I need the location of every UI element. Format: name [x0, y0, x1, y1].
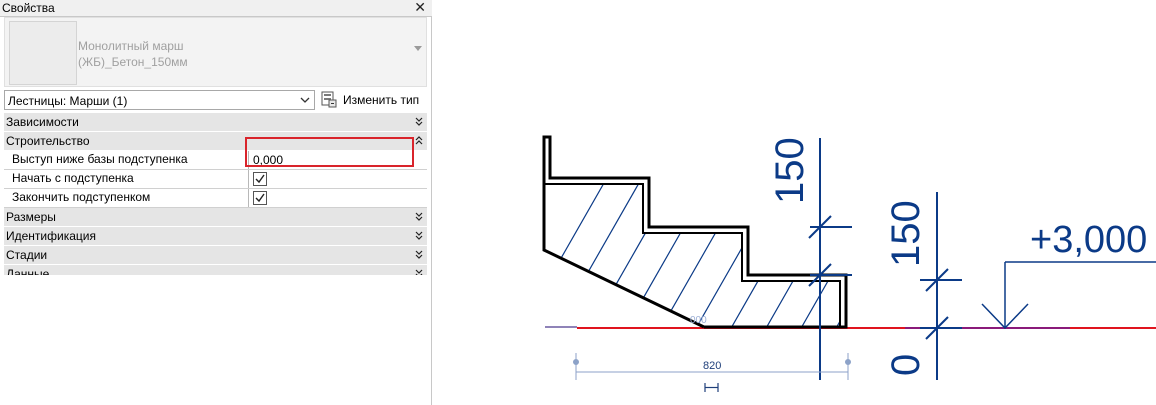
- type-name-line1: Монолитный марш: [78, 39, 184, 53]
- palette-empty-area: [4, 275, 427, 405]
- drawing-canvas: 150 150 0 +3,000 820 000: [542, 135, 1156, 392]
- end-with-riser-checkbox[interactable]: [253, 191, 267, 205]
- double-chevron-down-icon: [415, 212, 423, 221]
- category-label: Размеры: [6, 210, 56, 224]
- properties-grid: Зависимости Строительство Выступ ниже ба…: [4, 113, 427, 284]
- param-row-end-with-riser: Закончить подступенком: [4, 189, 427, 208]
- palette-titlebar: Свойства ✕: [0, 0, 432, 17]
- type-name: Монолитный марш (ЖБ)_Бетон_150мм: [78, 38, 188, 70]
- checkmark-icon: [255, 193, 265, 203]
- param-label: Начать с подступенка: [4, 170, 249, 188]
- double-chevron-up-icon: [415, 136, 423, 145]
- edit-type-button[interactable]: Изменить тип: [320, 90, 428, 110]
- param-value-cell: [249, 151, 424, 169]
- type-selector[interactable]: Монолитный марш (ЖБ)_Бетон_150мм: [4, 17, 427, 87]
- category-dimensions[interactable]: Размеры: [4, 208, 427, 227]
- edit-type-icon: [321, 91, 337, 108]
- type-dropdown-arrow-icon[interactable]: [414, 46, 422, 51]
- chevron-down-icon: [300, 97, 310, 103]
- category-identity[interactable]: Идентификация: [4, 227, 427, 246]
- stair-inner-outline: [544, 183, 841, 327]
- param-value-cell: [249, 170, 424, 188]
- type-name-line2: (ЖБ)_Бетон_150мм: [78, 55, 188, 69]
- category-label: Идентификация: [6, 229, 96, 243]
- edit-type-label: Изменить тип: [343, 93, 420, 107]
- category-phasing[interactable]: Стадии: [4, 246, 427, 265]
- elevation-marker: [981, 261, 1156, 330]
- dim-text-zero: 0: [884, 354, 928, 376]
- double-chevron-down-icon: [415, 250, 423, 259]
- category-label: Стадии: [6, 248, 48, 262]
- category-construction[interactable]: Строительство: [4, 132, 427, 151]
- param-row-riser-offset: Выступ ниже базы подступенка: [4, 151, 427, 170]
- properties-palette: Свойства ✕ Монолитный марш (ЖБ)_Бетон_15…: [0, 0, 432, 405]
- double-chevron-down-icon: [415, 231, 423, 240]
- run-width-label: 820: [703, 360, 721, 372]
- dim-text-riser-upper: 150: [768, 137, 812, 204]
- filter-label: Лестницы: Марши (1): [8, 94, 128, 108]
- vertical-dimension-upper: [808, 138, 852, 380]
- element-filter-dropdown[interactable]: Лестницы: Марши (1): [4, 90, 315, 110]
- category-label: Строительство: [6, 134, 90, 148]
- category-label: Зависимости: [6, 115, 79, 129]
- checkmark-icon: [255, 174, 265, 184]
- faint-dimension-label: 000: [690, 315, 707, 326]
- close-icon[interactable]: ✕: [414, 0, 426, 16]
- begin-with-riser-checkbox[interactable]: [253, 172, 267, 186]
- elevation-label: +3,000: [1030, 219, 1147, 261]
- param-label: Выступ ниже базы подступенка: [4, 151, 249, 169]
- riser-offset-input[interactable]: [251, 151, 420, 168]
- param-value-cell: [249, 189, 424, 207]
- dim-text-riser-lower: 150: [884, 200, 928, 267]
- category-constraints[interactable]: Зависимости: [4, 113, 427, 132]
- param-row-begin-with-riser: Начать с подступенка: [4, 170, 427, 189]
- param-label: Закончить подступенком: [4, 189, 249, 207]
- type-preview-thumbnail: [9, 21, 77, 85]
- double-chevron-down-icon: [415, 117, 423, 126]
- dimension-handle-icon[interactable]: [704, 383, 719, 392]
- palette-title: Свойства: [2, 1, 55, 15]
